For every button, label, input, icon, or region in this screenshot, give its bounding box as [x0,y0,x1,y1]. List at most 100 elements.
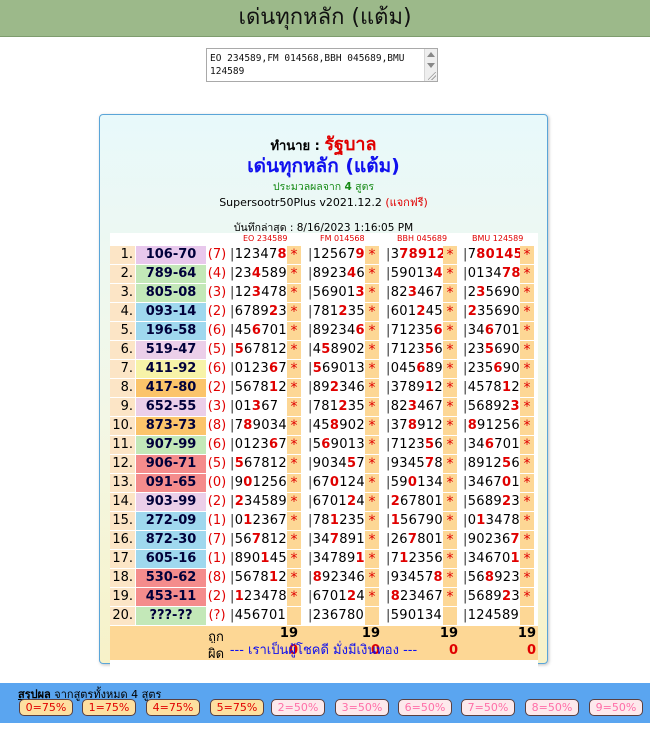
star-marker [443,607,457,625]
cell-digits: 34670 [467,551,511,566]
cell-digits: 2 [278,380,287,395]
predicted-digit: (6) [207,361,227,376]
hit-digit: 6 [484,323,495,338]
formula-cell: |568923 [463,399,520,414]
cell-digits: 801 [417,532,443,547]
predicted-pair: 106-70 [136,246,206,264]
formula-cell: |601245 [386,304,443,319]
cell-digits: 923 [494,570,520,585]
star-marker: * [365,493,379,511]
panel-title: เด่นทุกหลัก (แต้ม) [247,155,400,177]
cell-digits: 701 [261,323,287,338]
star-marker: * [365,417,379,435]
star-marker: * [443,569,457,587]
column-header: BMU 124589 [472,234,524,243]
row-number: 7. [120,361,133,376]
star-marker: * [443,436,457,454]
cell-digits: 23 [234,266,252,281]
formula-cell: |892346 [308,323,365,338]
star-marker: * [520,322,534,340]
predicted-pair: 906-71 [136,455,206,473]
row-number-cell: 5. [110,322,135,340]
cell-digits: 67 [312,475,330,490]
scroll-up-icon[interactable] [427,52,435,57]
star-marker: * [287,341,301,359]
cell-digits: 59013 [390,266,434,281]
cell-digits: 5689 [467,494,502,509]
formula-input-text[interactable]: EO 234589,FM 014568,BBH 045689,BMU 12458… [210,52,415,78]
star-marker: * [365,246,379,264]
predicted-digit: (1) [207,551,227,566]
table-row: 19. 453-11 (2) |123478 * |670124 * |823467 * |568… [110,588,538,606]
table-row: 2. 789-64 (4) |234589 * |892346 * |590134 * |0134… [110,265,538,283]
formula-cell: |235690 [463,342,520,357]
formula-cell: |712356 [386,323,443,338]
cell-digits: 9345 [390,456,425,471]
predicted-pair: 903-99 [136,493,206,511]
star-marker: * [443,303,457,321]
row-number: 14. [112,494,133,509]
hit-digit: 1 [501,380,512,395]
hit-digit: 1 [476,513,486,528]
star-marker: * [443,550,457,568]
star-marker: * [443,341,457,359]
cell-digits: 35690 [477,304,520,319]
star-marker: * [443,360,457,378]
formula-cell: |123478 [230,589,287,604]
cell-digits: 89234 [312,323,356,338]
formula-cell: |670124 [308,494,365,509]
formula-cell: |712356 [386,437,443,452]
digit-percent-chip: 3=50% [335,699,389,716]
hit-digit: 5 [424,437,435,452]
cell-digits: 0134 [467,266,502,281]
formula-cell: |892346 [308,380,365,395]
cell-digits: 701 [494,437,520,452]
cell-digits: 7 [234,418,244,433]
star-marker: * [443,322,457,340]
hit-digit: 0 [407,475,418,490]
formula-cell: |123478 [230,247,287,262]
cell-digits: 3 [511,589,520,604]
table-row: 9. 652-55 (3) |01367 * |781235 * |823467 * |56892… [110,398,538,416]
star-marker: * [443,265,457,283]
row-number-cell: 9. [110,398,135,416]
digit-percent-chip: 2=50% [271,699,325,716]
star-marker: * [520,417,534,435]
cell-digits: 235 [467,361,494,376]
formula-cell: |012367 [230,361,287,376]
star-marker: * [365,379,379,397]
star-marker: * [520,379,534,397]
formula-cell: |934578 [386,456,443,471]
formula-cell: |267801 [386,494,443,509]
formula-cell: |456701 [230,608,286,623]
hit-digit: 4 [433,266,443,281]
resize-grip-icon[interactable] [428,72,436,80]
cell-digits: 90 [502,361,520,376]
cell-digits: 6 [434,437,443,452]
summary-bar: สรุปผล จากสูตรทั้งหมด 4 สูตร 0=75% 1=75% 4… [0,683,650,723]
star-marker: * [287,569,301,587]
row-number-cell: 12. [110,455,135,473]
row-number-cell: 15. [110,512,135,530]
star-marker: * [520,569,534,587]
cell-digits: 7123 [390,437,425,452]
formula-cell: |568923 [463,570,520,585]
table-row: 12. 906-71 (5) |567812 * |903457 * |934578 * |891… [110,455,538,473]
predicted-digit: (8) [207,570,227,585]
scroll-down-icon[interactable] [427,63,435,68]
row-number-cell: 2. [110,265,135,283]
star-marker: * [443,455,457,473]
formula-cell: |456701 [230,323,287,338]
formula-count: 4 [344,181,352,193]
formula-input[interactable]: EO 234589,FM 014568,BBH 045689,BMU 12458… [206,48,438,82]
row-number-cell: 14. [110,493,135,511]
star-marker: * [520,436,534,454]
cell-digits: 67812 [244,456,287,471]
row-number-cell: 19. [110,588,135,606]
cell-digits: 601 [390,304,417,319]
predicted-digit: (3) [207,285,227,300]
hit-digit: 1 [243,513,253,528]
formula-cell: |235690 [463,361,520,376]
star-marker: * [520,265,534,283]
hit-digit: 8 [433,570,443,585]
